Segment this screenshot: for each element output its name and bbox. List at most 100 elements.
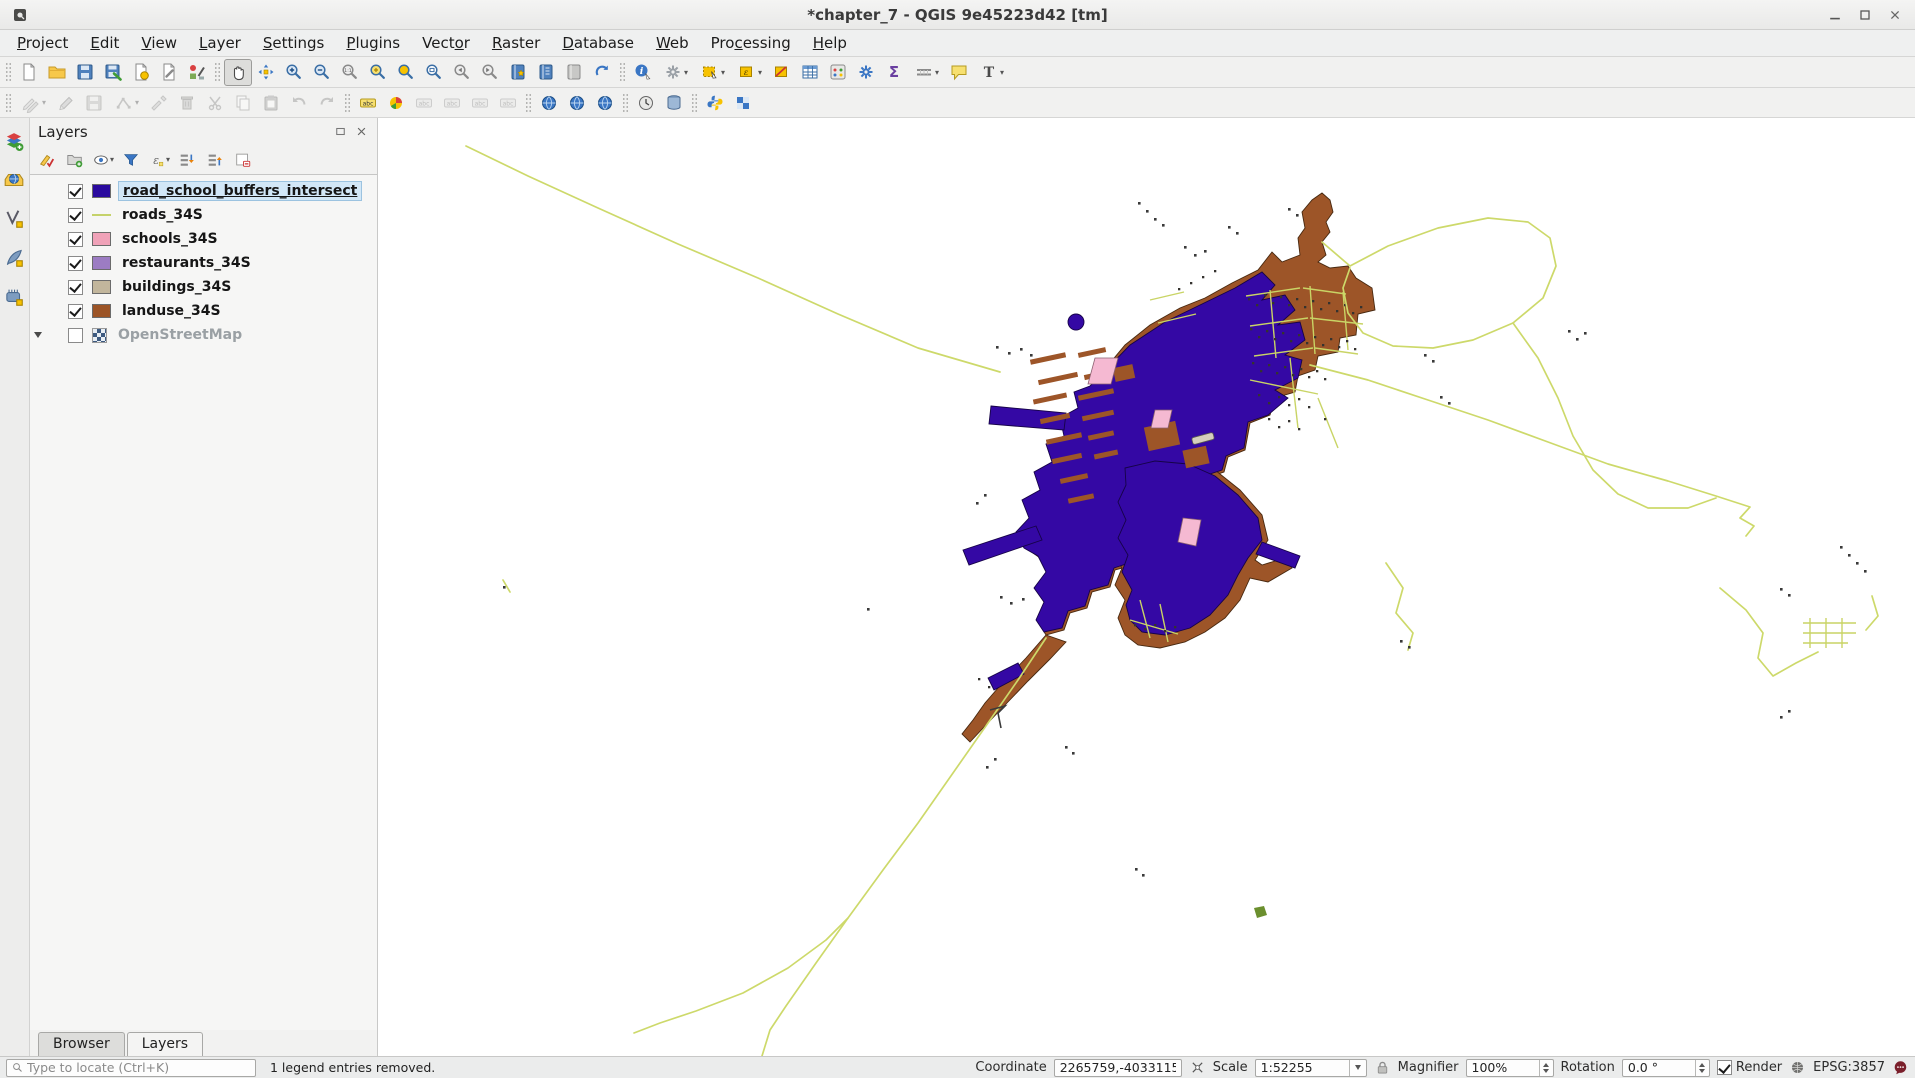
zoom-to-selection-button[interactable]	[392, 59, 420, 86]
new-spatial-bookmark-button[interactable]	[504, 59, 532, 86]
processing-history-button[interactable]	[632, 89, 660, 116]
database-toolbar-grip[interactable]	[622, 93, 629, 113]
zoom-last-button[interactable]	[448, 59, 476, 86]
menu-item-settings[interactable]: Settings	[252, 31, 336, 55]
dropdown-arrow-icon[interactable]: ▾	[684, 68, 688, 77]
geocoder-button[interactable]	[563, 89, 591, 116]
zoom-next-button[interactable]	[476, 59, 504, 86]
magnifier-spinbox[interactable]	[1466, 1059, 1554, 1077]
highlight-labels-button[interactable]: abc	[438, 89, 466, 116]
filter-legend-button[interactable]	[118, 148, 144, 172]
run-feature-action-button[interactable]: ▾	[657, 59, 694, 86]
menu-item-database[interactable]: Database	[551, 31, 645, 55]
zoom-native-button[interactable]: 1:1	[336, 59, 364, 86]
db-manager-button[interactable]	[660, 89, 688, 116]
rotation-input[interactable]	[1623, 1060, 1695, 1075]
new-print-layout-button[interactable]	[127, 59, 155, 86]
crs-value[interactable]: EPSG:3857	[1813, 1060, 1885, 1075]
change-label-button[interactable]: abc	[494, 89, 522, 116]
redo-button[interactable]	[313, 89, 341, 116]
web-services-button[interactable]	[591, 89, 619, 116]
add-group-button[interactable]	[62, 148, 88, 172]
layer-checkbox[interactable]	[68, 256, 83, 271]
map-tips-button[interactable]	[945, 59, 973, 86]
save-project-as-button[interactable]	[99, 59, 127, 86]
pan-to-selection-button[interactable]	[252, 59, 280, 86]
layer-checkbox[interactable]	[68, 304, 83, 319]
close-panel-icon[interactable]	[354, 124, 369, 139]
zoom-out-button[interactable]	[308, 59, 336, 86]
layer-diagrams-button[interactable]	[382, 89, 410, 116]
pin-labels-button[interactable]: abc	[410, 89, 438, 116]
zoom-in-button[interactable]	[280, 59, 308, 86]
layer-tree[interactable]: road_school_buffers_intersectroads_34Ssc…	[30, 174, 377, 1030]
layer-labeling-button[interactable]: abc	[354, 89, 382, 116]
menu-item-edit[interactable]: Edit	[79, 31, 130, 55]
refresh-map-button[interactable]	[588, 59, 616, 86]
coordinate-extent-toggle-icon[interactable]	[1189, 1059, 1206, 1076]
paste-features-button[interactable]	[257, 89, 285, 116]
metasearch-button[interactable]	[535, 89, 563, 116]
open-attribute-table-button[interactable]	[796, 59, 824, 86]
copy-features-button[interactable]	[229, 89, 257, 116]
select-by-expression-button[interactable]: ε▾	[731, 59, 768, 86]
manage-map-themes-button[interactable]: ▾	[90, 148, 116, 172]
remove-layer-button[interactable]	[230, 148, 256, 172]
float-panel-icon[interactable]	[333, 124, 348, 139]
rotation-spinbox[interactable]	[1622, 1059, 1710, 1077]
dropdown-arrow-icon[interactable]: ▾	[721, 68, 725, 77]
show-spatial-bookmarks-button[interactable]	[532, 59, 560, 86]
expander-icon[interactable]	[30, 332, 46, 338]
add-vector-layer-button[interactable]	[3, 169, 27, 193]
filter-by-expression-button[interactable]: ε▾	[146, 148, 172, 172]
delete-selected-button[interactable]	[173, 89, 201, 116]
messages-icon[interactable]	[1892, 1059, 1909, 1076]
layer-checkbox[interactable]	[68, 328, 83, 343]
zoom-to-layer-button[interactable]	[420, 59, 448, 86]
layer-checkbox[interactable]	[68, 280, 83, 295]
scale-dropdown-arrow[interactable]	[1349, 1060, 1366, 1076]
digitizing-toolbar-grip[interactable]	[5, 93, 12, 113]
plugins-toolbar-grip[interactable]	[691, 93, 698, 113]
web-toolbar-grip[interactable]	[525, 93, 532, 113]
dropdown-arrow-icon[interactable]: ▾	[1000, 68, 1004, 77]
new-shapefile-layer-button[interactable]	[3, 208, 27, 232]
attributes-toolbar-grip[interactable]	[619, 62, 626, 82]
text-annotation-button[interactable]: T▾	[973, 59, 1010, 86]
magnifier-spin-arrows[interactable]	[1539, 1060, 1553, 1076]
open-project-button[interactable]	[43, 59, 71, 86]
layer-row[interactable]: landuse_34S	[30, 299, 377, 323]
layer-checkbox[interactable]	[68, 184, 83, 199]
coordinate-box[interactable]	[1054, 1059, 1182, 1077]
processing-toolbox-button[interactable]	[852, 59, 880, 86]
menu-item-processing[interactable]: Processing	[700, 31, 802, 55]
render-checkbox[interactable]	[1717, 1060, 1732, 1075]
labeling-toolbar-grip[interactable]	[344, 93, 351, 113]
layer-row[interactable]: OpenStreetMap	[30, 323, 377, 347]
maximize-button[interactable]	[1857, 7, 1873, 23]
menu-item-web[interactable]: Web	[645, 31, 700, 55]
coordinate-input[interactable]	[1055, 1060, 1181, 1075]
crs-globe-icon[interactable]	[1789, 1059, 1806, 1076]
map-navigation-toolbar-grip[interactable]	[214, 62, 221, 82]
layer-row[interactable]: restaurants_34S	[30, 251, 377, 275]
toggle-editing-button[interactable]	[52, 89, 80, 116]
layer-row[interactable]: roads_34S	[30, 203, 377, 227]
menu-item-help[interactable]: Help	[802, 31, 858, 55]
expand-all-button[interactable]	[174, 148, 200, 172]
show-bookmark-manager-button[interactable]	[560, 59, 588, 86]
current-edits-button[interactable]: ▾	[15, 89, 52, 116]
modify-attributes-button[interactable]	[145, 89, 173, 116]
collapse-all-button[interactable]	[202, 148, 228, 172]
dropdown-arrow-icon[interactable]: ▾	[758, 68, 762, 77]
menu-item-project[interactable]: Project	[6, 31, 79, 55]
vertex-tool-button[interactable]: ▾	[108, 89, 145, 116]
menu-item-vector[interactable]: Vector	[411, 31, 481, 55]
layer-checkbox[interactable]	[68, 208, 83, 223]
rotation-spin-arrows[interactable]	[1695, 1060, 1709, 1076]
statistical-summary-button[interactable]: Σ	[880, 59, 908, 86]
move-label-button[interactable]: abc	[466, 89, 494, 116]
layer-checkbox[interactable]	[68, 232, 83, 247]
zoom-full-button[interactable]	[364, 59, 392, 86]
lock-scale-icon[interactable]	[1374, 1059, 1391, 1076]
